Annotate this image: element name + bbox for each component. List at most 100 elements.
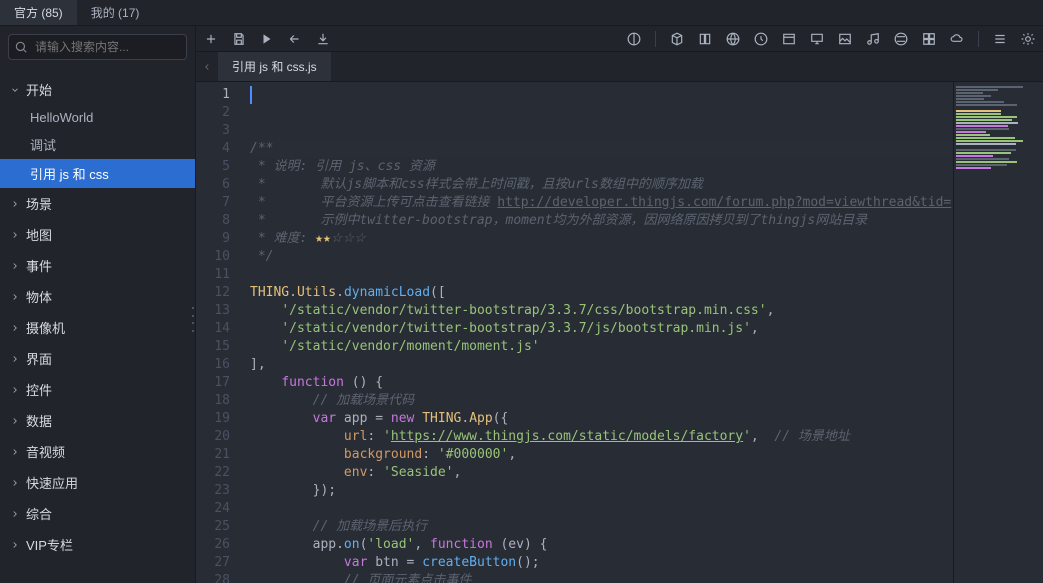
code-line: '/static/vendor/twitter-bootstrap/3.3.7/… <box>250 302 953 320</box>
search-input[interactable] <box>8 34 187 60</box>
file-tab-label: 引用 js 和 css.js <box>232 58 317 75</box>
minimap-line <box>956 92 983 94</box>
tree-category-label: 综合 <box>26 504 52 523</box>
code[interactable]: /** * 说明: 引用 js、css 资源 * 默认js脚本和css样式会带上… <box>244 82 953 583</box>
toolbar <box>196 26 1043 52</box>
tree-category-label: 物体 <box>26 287 52 306</box>
minimap-line <box>956 140 1023 142</box>
monitor-icon[interactable] <box>810 32 824 46</box>
list-icon[interactable] <box>993 32 1007 46</box>
tree-category-label: 快速应用 <box>26 473 78 492</box>
minimap-line <box>956 167 991 169</box>
settings-icon[interactable] <box>1021 32 1035 46</box>
tree-category[interactable]: 事件 <box>0 250 195 281</box>
file-tab[interactable]: 引用 js 和 css.js <box>218 52 331 81</box>
chevron-right-icon <box>10 447 20 457</box>
tree-category[interactable]: 综合 <box>0 498 195 529</box>
line-number: 14 <box>196 320 230 338</box>
line-number: 9 <box>196 230 230 248</box>
tree-item[interactable]: 调试 <box>0 130 195 159</box>
tree-category[interactable]: 快速应用 <box>0 467 195 498</box>
tree-category-label: 地图 <box>26 225 52 244</box>
tree-category-label: 摄像机 <box>26 318 65 337</box>
clock-icon[interactable] <box>754 32 768 46</box>
sidebar: 开始HelloWorld调试引用 js 和 css场景地图事件物体摄像机界面控件… <box>0 26 196 583</box>
save-icon[interactable] <box>232 32 246 46</box>
earth-icon[interactable] <box>894 32 908 46</box>
minimap-line <box>956 134 990 136</box>
line-number: 19 <box>196 410 230 428</box>
code-line: '/static/vendor/moment/moment.js' <box>250 338 953 356</box>
minimap-line <box>956 101 1004 103</box>
code-line: // 加载场景后执行 <box>250 518 953 536</box>
chevron-right-icon <box>10 478 20 488</box>
cube-icon[interactable] <box>670 32 684 46</box>
divider <box>655 31 656 47</box>
tree-category[interactable]: 地图 <box>0 219 195 250</box>
code-line: * 平台资源上传可点击查看链接 http://developer.thingjs… <box>250 194 953 212</box>
code-line: */ <box>250 248 953 266</box>
line-number: 8 <box>196 212 230 230</box>
minimap-line <box>956 119 1012 121</box>
code-line: background: '#000000', <box>250 446 953 464</box>
tab-row: 引用 js 和 css.js <box>196 52 1043 82</box>
line-number: 26 <box>196 536 230 554</box>
download-icon[interactable] <box>316 32 330 46</box>
tree-category[interactable]: 场景 <box>0 188 195 219</box>
toolbar-right <box>627 31 1035 47</box>
line-number: 28 <box>196 572 230 583</box>
tree-category[interactable]: 界面 <box>0 343 195 374</box>
code-line: var btn = createButton(); <box>250 554 953 572</box>
line-number: 17 <box>196 374 230 392</box>
line-number: 16 <box>196 356 230 374</box>
book-icon[interactable] <box>698 32 712 46</box>
new-icon[interactable] <box>204 32 218 46</box>
code-line <box>250 266 953 284</box>
line-number: 22 <box>196 464 230 482</box>
run-icon[interactable] <box>260 32 274 46</box>
gutter: 1234567891011121314151617181920212223242… <box>196 82 244 583</box>
line-number: 15 <box>196 338 230 356</box>
minimap-line <box>956 107 1014 109</box>
chevron-right-icon <box>10 416 20 426</box>
cloud-icon[interactable] <box>950 32 964 46</box>
minimap-line <box>956 164 1007 166</box>
line-number: 25 <box>196 518 230 536</box>
music-icon[interactable] <box>866 32 880 46</box>
grid-icon[interactable] <box>922 32 936 46</box>
tree-category[interactable]: VIP专栏 <box>0 529 195 560</box>
splitter[interactable] <box>192 305 200 335</box>
code-line: * 难度: ★★☆☆☆ <box>250 230 953 248</box>
share-icon[interactable] <box>288 32 302 46</box>
minimap-line <box>956 86 1023 88</box>
code-line: * 说明: 引用 js、css 资源 <box>250 158 953 176</box>
panel-icon[interactable] <box>782 32 796 46</box>
minimap-line <box>956 149 1016 151</box>
tree-item[interactable]: HelloWorld <box>0 105 195 130</box>
tree: 开始HelloWorld调试引用 js 和 css场景地图事件物体摄像机界面控件… <box>0 68 195 583</box>
code-line: ], <box>250 356 953 374</box>
tree-category[interactable]: 物体 <box>0 281 195 312</box>
theme-icon[interactable] <box>627 32 641 46</box>
toolbar-left <box>204 32 330 46</box>
tree-category[interactable]: 数据 <box>0 405 195 436</box>
line-number: 10 <box>196 248 230 266</box>
top-tabs: 官方 (85)我的 (17) <box>0 0 1043 26</box>
top-tab[interactable]: 官方 (85) <box>0 0 77 25</box>
tree-item[interactable]: 引用 js 和 css <box>0 159 195 188</box>
tree-category[interactable]: 摄像机 <box>0 312 195 343</box>
chevron-right-icon <box>10 199 20 209</box>
minimap[interactable] <box>953 82 1043 583</box>
tree-category[interactable]: 音视频 <box>0 436 195 467</box>
top-tab[interactable]: 我的 (17) <box>77 0 154 25</box>
globe-icon[interactable] <box>726 32 740 46</box>
code-line: /** <box>250 140 953 158</box>
chevron-right-icon <box>10 385 20 395</box>
code-line: '/static/vendor/twitter-bootstrap/3.3.7/… <box>250 320 953 338</box>
minimap-line <box>956 128 1009 130</box>
tree-category[interactable]: 控件 <box>0 374 195 405</box>
tab-prev[interactable] <box>196 52 218 81</box>
tree-category-label: 界面 <box>26 349 52 368</box>
image-icon[interactable] <box>838 32 852 46</box>
tree-category[interactable]: 开始 <box>0 74 195 105</box>
